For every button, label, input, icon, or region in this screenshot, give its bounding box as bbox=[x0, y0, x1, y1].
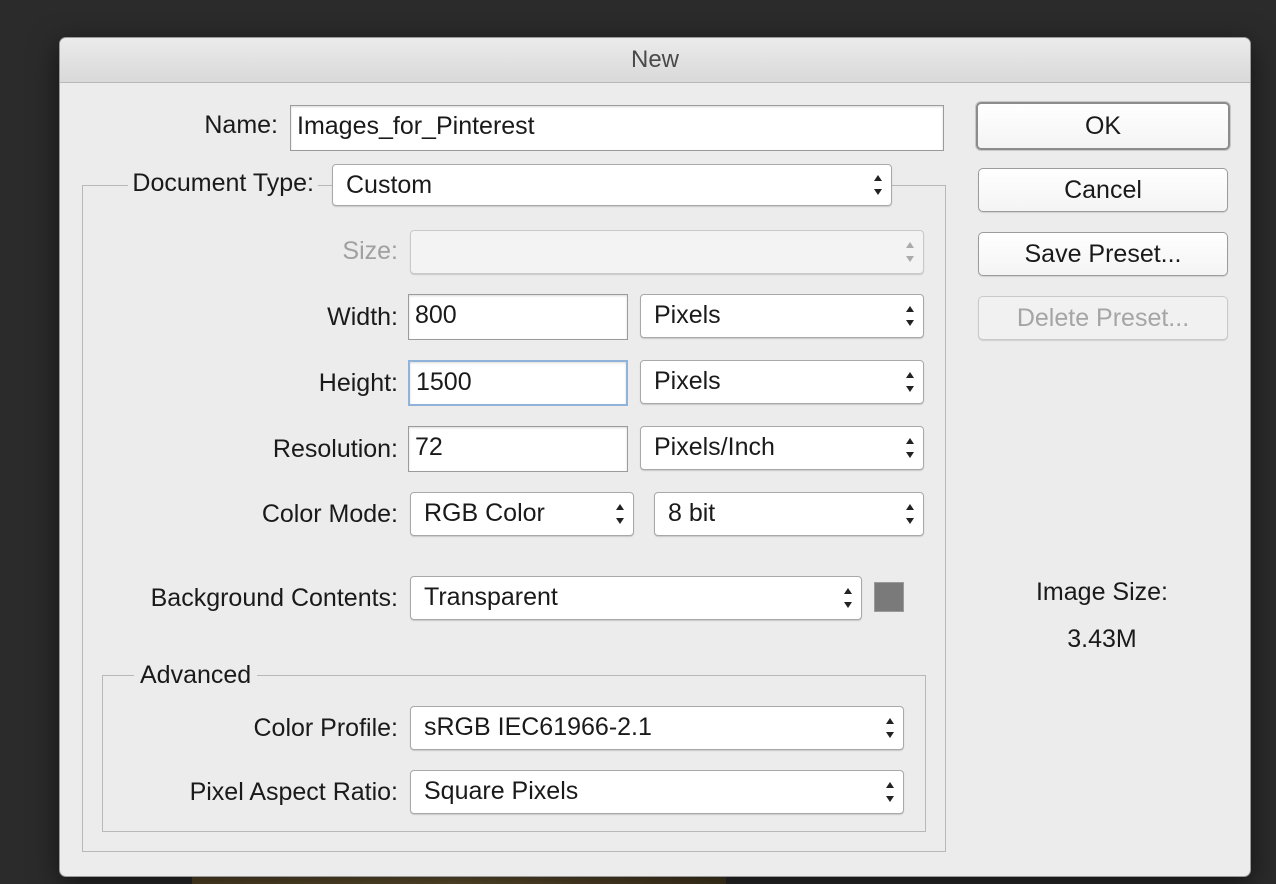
color-profile-label: Color Profile: bbox=[253, 714, 399, 742]
select-arrows-icon bbox=[885, 718, 895, 738]
color-mode-value: RGB Color bbox=[424, 499, 545, 527]
height-input[interactable]: 1500 bbox=[408, 360, 628, 406]
document-type-select[interactable]: Custom bbox=[332, 164, 892, 206]
save-preset-button[interactable]: Save Preset... bbox=[978, 232, 1228, 276]
width-unit-select[interactable]: Pixels bbox=[640, 294, 924, 338]
background-color-swatch[interactable] bbox=[874, 582, 904, 612]
pixel-aspect-ratio-select[interactable]: Square Pixels bbox=[410, 770, 904, 814]
pixel-aspect-ratio-value: Square Pixels bbox=[424, 777, 579, 805]
color-mode-select[interactable]: RGB Color bbox=[410, 492, 634, 536]
select-arrows-icon bbox=[615, 504, 625, 524]
select-arrows-icon bbox=[905, 504, 915, 524]
dialog-title: New bbox=[60, 38, 1250, 83]
bit-depth-select[interactable]: 8 bit bbox=[654, 492, 924, 536]
color-profile-select[interactable]: sRGB IEC61966-2.1 bbox=[410, 706, 904, 750]
resolution-unit-value: Pixels/Inch bbox=[654, 433, 775, 461]
height-label: Height: bbox=[318, 369, 398, 397]
pixel-aspect-ratio-label: Pixel Aspect Ratio: bbox=[189, 778, 398, 806]
bit-depth-value: 8 bit bbox=[668, 499, 716, 527]
resolution-label: Resolution: bbox=[272, 435, 398, 463]
select-arrows-icon bbox=[905, 242, 915, 262]
color-mode-label: Color Mode: bbox=[261, 500, 398, 528]
width-label: Width: bbox=[327, 303, 398, 331]
select-arrows-icon bbox=[843, 588, 853, 608]
ok-button[interactable]: OK bbox=[976, 102, 1230, 150]
delete-preset-button: Delete Preset... bbox=[978, 296, 1228, 340]
cancel-button[interactable]: Cancel bbox=[978, 168, 1228, 212]
document-type-value: Custom bbox=[346, 171, 433, 199]
size-select bbox=[410, 230, 924, 274]
resolution-unit-select[interactable]: Pixels/Inch bbox=[640, 426, 924, 470]
resolution-input[interactable]: 72 bbox=[408, 426, 628, 472]
select-arrows-icon bbox=[905, 306, 915, 326]
background-contents-select[interactable]: Transparent bbox=[410, 576, 862, 620]
height-unit-select[interactable]: Pixels bbox=[640, 360, 924, 404]
height-unit-value: Pixels bbox=[654, 367, 721, 395]
background-contents-label: Background Contents: bbox=[150, 584, 398, 612]
new-document-dialog: New Name: Images_for_Pinterest Document … bbox=[60, 38, 1250, 876]
name-input[interactable]: Images_for_Pinterest bbox=[290, 105, 944, 151]
color-profile-value: sRGB IEC61966-2.1 bbox=[424, 713, 652, 741]
image-size-label: Image Size: bbox=[1035, 578, 1168, 606]
document-type-label: Document Type: bbox=[128, 169, 318, 198]
select-arrows-icon bbox=[905, 438, 915, 458]
width-input[interactable]: 800 bbox=[408, 294, 628, 340]
image-size-value: 3.43M bbox=[1067, 625, 1137, 653]
name-label: Name: bbox=[204, 111, 278, 139]
background-contents-value: Transparent bbox=[424, 583, 558, 611]
select-arrows-icon bbox=[905, 372, 915, 392]
select-arrows-icon bbox=[885, 782, 895, 802]
advanced-group-title: Advanced bbox=[134, 661, 258, 690]
select-arrows-icon bbox=[873, 175, 883, 195]
size-label: Size: bbox=[342, 237, 398, 265]
width-unit-value: Pixels bbox=[654, 301, 721, 329]
